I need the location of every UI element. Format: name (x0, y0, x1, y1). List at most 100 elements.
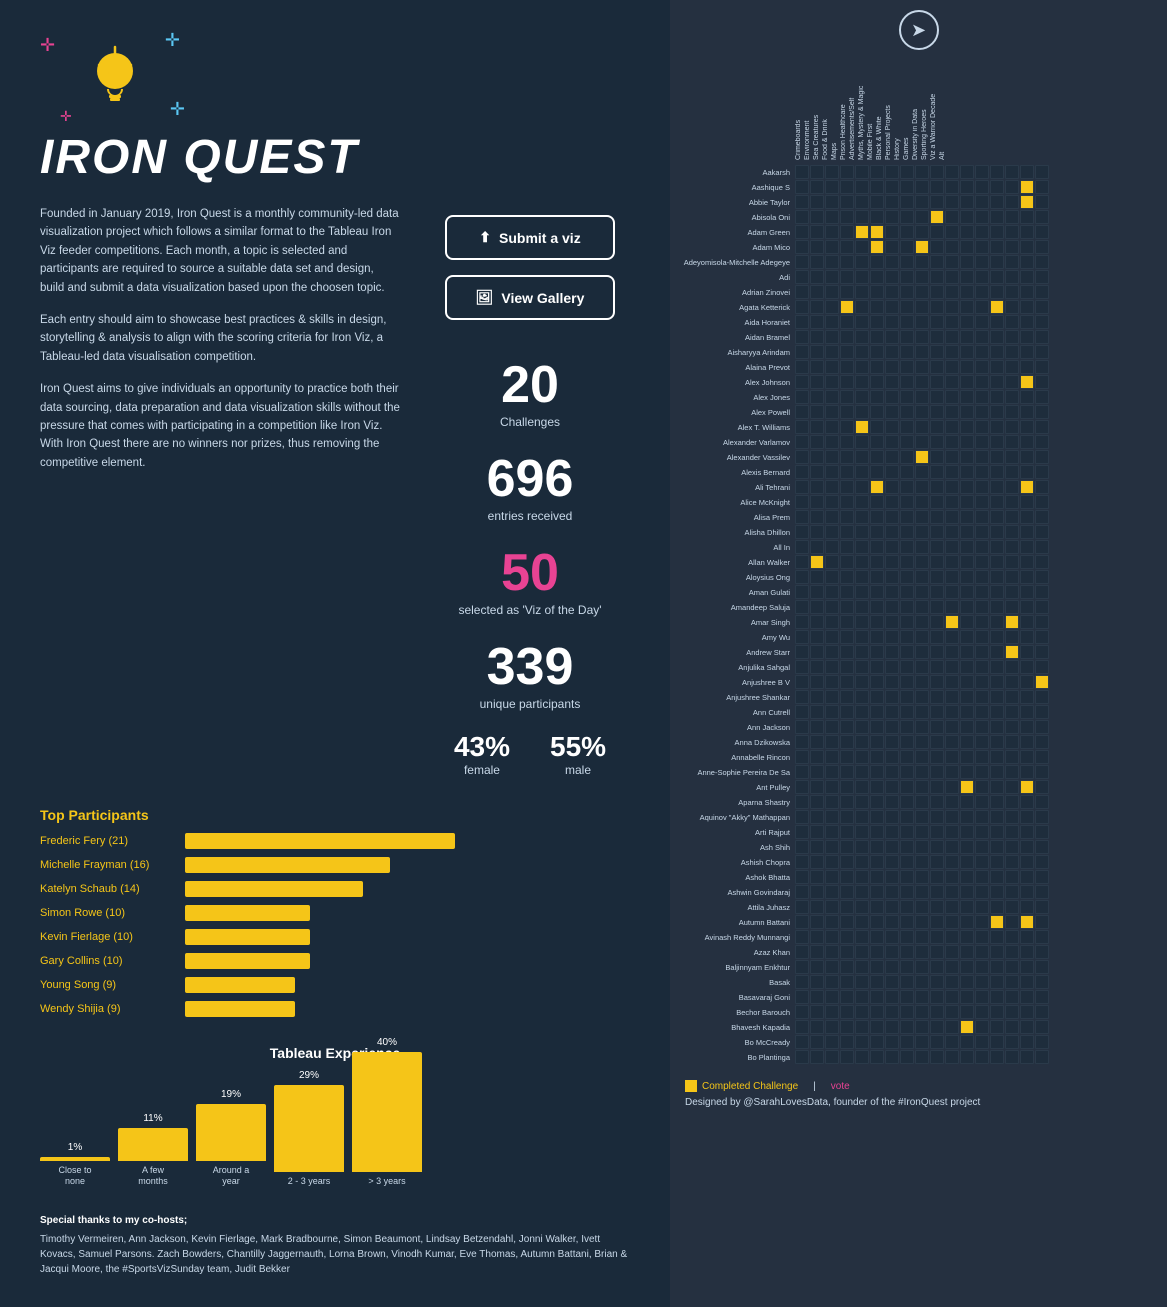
grid-cell (1005, 720, 1019, 734)
grid-cells (795, 990, 1049, 1004)
category-label: Viz a Warrior Decade (930, 60, 937, 160)
grid-cell (990, 870, 1004, 884)
completed-label: Completed Challenge (702, 1081, 798, 1092)
grid-row: Abisola Oni (675, 210, 1162, 224)
grid-cell (915, 870, 929, 884)
grid-cells (795, 210, 1049, 224)
gallery-button[interactable]: 🖼 View Gallery (445, 275, 615, 320)
grid-cells (795, 255, 1049, 269)
grid-cell (1020, 585, 1034, 599)
grid-cell (825, 1035, 839, 1049)
grid-cell (840, 480, 854, 494)
grid-cell (840, 345, 854, 359)
grid-cell (885, 735, 899, 749)
nav-icon[interactable]: ➤ (899, 10, 939, 50)
grid-cell (930, 855, 944, 869)
grid-cell (915, 375, 929, 389)
participant-name: Alisha Dhillon (675, 528, 795, 537)
grid-cell (975, 360, 989, 374)
grid-cell (855, 1035, 869, 1049)
grid-cell (900, 765, 914, 779)
grid-cell (885, 795, 899, 809)
bar-row: Frederic Fery (21) (40, 833, 630, 849)
grid-cell (825, 975, 839, 989)
upload-icon: ⬆ (479, 229, 491, 246)
grid-cell (795, 1020, 809, 1034)
grid-cell (975, 195, 989, 209)
grid-cell (810, 870, 824, 884)
grid-cells (795, 1005, 1049, 1019)
grid-cell (795, 735, 809, 749)
participant-name: Adeyomisola-Mitchelle Adegeye (675, 258, 795, 267)
grid-cell (915, 495, 929, 509)
grid-row: Bhavesh Kapadia (675, 1020, 1162, 1034)
grid-cell (1020, 480, 1034, 494)
grid-cell (885, 900, 899, 914)
grid-cell (825, 870, 839, 884)
grid-cell (1020, 420, 1034, 434)
grid-cell (870, 900, 884, 914)
grid-cell (960, 885, 974, 899)
vote-link[interactable]: vote (831, 1081, 850, 1092)
grid-cell (915, 585, 929, 599)
grid-cell (945, 885, 959, 899)
grid-cell (840, 570, 854, 584)
grid-cell (960, 1020, 974, 1034)
grid-cell (900, 375, 914, 389)
grid-cell (795, 840, 809, 854)
grid-cell (870, 420, 884, 434)
grid-cell (840, 495, 854, 509)
participant-name: Bechor Barouch (675, 1008, 795, 1017)
grid-cells (795, 945, 1049, 959)
grid-cell (885, 840, 899, 854)
submit-button[interactable]: ⬆ Submit a viz (445, 215, 615, 260)
grid-cell (960, 330, 974, 344)
grid-cell (900, 825, 914, 839)
grid-cell (960, 570, 974, 584)
grid-cell (1035, 585, 1049, 599)
grid-cell (900, 450, 914, 464)
grid-cell (990, 690, 1004, 704)
grid-cell (1020, 450, 1034, 464)
grid-cells (795, 840, 1049, 854)
grid-cell (1020, 615, 1034, 629)
grid-cell (1035, 300, 1049, 314)
grid-cell (1035, 945, 1049, 959)
grid-cell (960, 240, 974, 254)
grid-cell (1005, 1005, 1019, 1019)
grid-cell (975, 1005, 989, 1019)
grid-cell (840, 405, 854, 419)
grid-cell (1020, 825, 1034, 839)
grid-cell (825, 720, 839, 734)
grid-cell (960, 840, 974, 854)
grid-cell (990, 675, 1004, 689)
grid-cell (1035, 390, 1049, 404)
grid-cell (900, 480, 914, 494)
grid-cells (795, 900, 1049, 914)
grid-cell (975, 555, 989, 569)
grid-cell (990, 510, 1004, 524)
grid-cell (900, 330, 914, 344)
grid-cell (990, 960, 1004, 974)
grid-cell (810, 555, 824, 569)
grid-cell (975, 900, 989, 914)
grid-cell (945, 720, 959, 734)
tableau-exp-title: Tableau Experience (40, 1045, 630, 1061)
grid-cell (810, 345, 824, 359)
grid-cell (1020, 240, 1034, 254)
grid-cell (810, 630, 824, 644)
grid-cell (840, 825, 854, 839)
grid-cell (945, 975, 959, 989)
grid-cell (945, 465, 959, 479)
grid-cell (915, 525, 929, 539)
grid-cell (930, 525, 944, 539)
grid-cell (1005, 285, 1019, 299)
grid-cell (870, 480, 884, 494)
grid-cell (840, 855, 854, 869)
grid-cell (885, 270, 899, 284)
grid-cell (825, 990, 839, 1004)
grid-cell (960, 315, 974, 329)
grid-cell (975, 1035, 989, 1049)
grid-cell (1020, 345, 1034, 359)
grid-cell (990, 315, 1004, 329)
